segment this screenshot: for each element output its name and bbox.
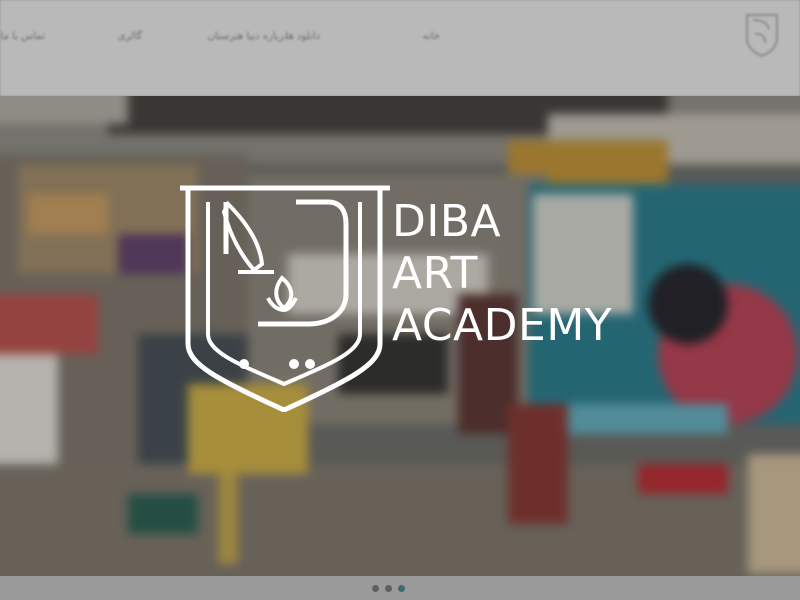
brand-line-2: ART — [392, 248, 478, 299]
nav-contact[interactable]: تماس با ما — [1, 31, 45, 42]
slider-dot-1[interactable] — [372, 585, 379, 592]
nav-downloads[interactable]: دانلود ها — [286, 31, 320, 42]
slider-dot-3[interactable] — [398, 585, 405, 592]
slider-dots — [372, 585, 405, 595]
nav-about[interactable]: درباره دیبا هنرستان — [208, 31, 288, 42]
academy-name: DIBA ART ACADEMY — [392, 196, 612, 352]
slider-dot-2[interactable] — [385, 585, 392, 592]
brand-line-1: DIBA — [392, 196, 502, 247]
diba-crest-logo-icon — [180, 185, 390, 412]
header-logo-icon[interactable] — [742, 10, 782, 58]
nav-gallery[interactable]: گالری — [118, 31, 142, 42]
academy-brand: DIBA ART ACADEMY — [178, 184, 638, 414]
main-nav: خانه دانلود ها درباره دیبا هنرستان گالری… — [0, 31, 720, 51]
site-header: خانه دانلود ها درباره دیبا هنرستان گالری… — [0, 0, 800, 96]
brand-line-3: ACADEMY — [392, 300, 613, 351]
hero-slider[interactable]: DIBA ART ACADEMY — [0, 96, 800, 576]
nav-home[interactable]: خانه — [423, 31, 440, 42]
